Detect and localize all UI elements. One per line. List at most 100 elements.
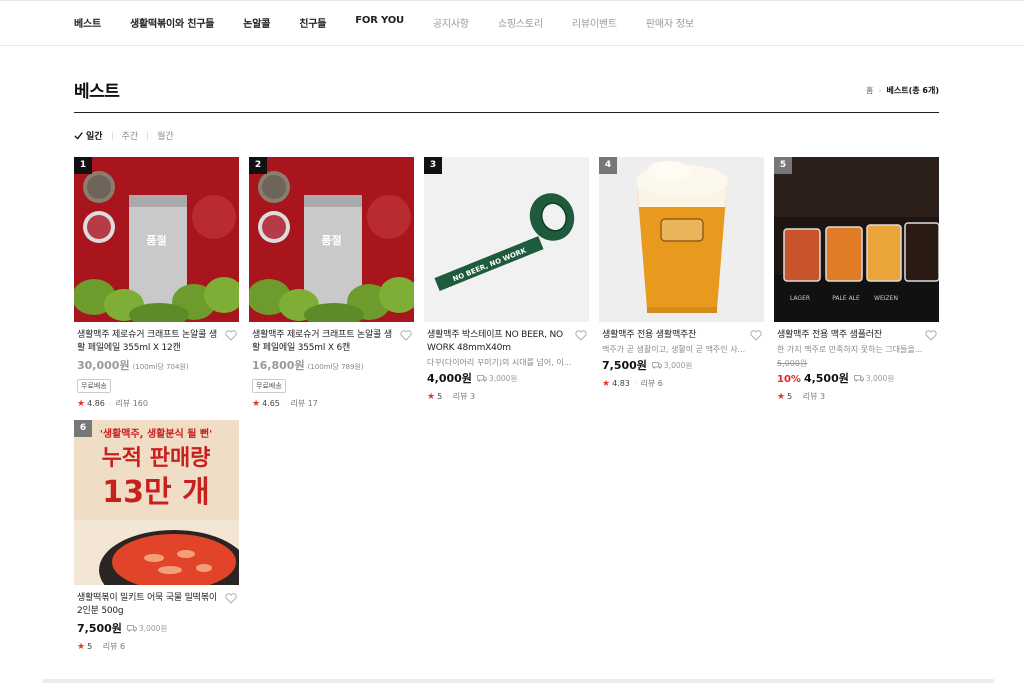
breadcrumb-home[interactable]: 홈 [866, 85, 873, 96]
rating-score: 4.86 [87, 399, 105, 408]
star-icon: ★ [252, 398, 261, 409]
nav-for-you[interactable]: FOR YOU [355, 15, 404, 30]
product-image[interactable]: NO BEER, NO WORK 3 [424, 157, 589, 322]
review-count: 리뷰 6 [640, 379, 663, 388]
review-count: 리뷰 160 [115, 399, 148, 408]
product-card[interactable]: '생활맥주, 생활분식 될 뻔' 누적 판매량 13만 개 6 생활떡볶이 밀키… [74, 420, 239, 652]
poster-line-1: '생활맥주, 생활분식 될 뻔' [100, 427, 212, 440]
rating-score: 5 [437, 392, 443, 401]
heart-icon[interactable] [225, 330, 237, 341]
truck-icon [652, 362, 662, 369]
rating: ★ 4.83 · 리뷰 6 [602, 378, 761, 389]
nav-non-alcohol[interactable]: 논알콜 [243, 15, 270, 30]
product-image[interactable]: 2 품절 [249, 157, 414, 322]
product-price: 7,500원 [77, 622, 122, 635]
rating: ★ 5 · 리뷰 3 [427, 391, 586, 402]
product-image[interactable]: '생활맥주, 생활분식 될 뻔' 누적 판매량 13만 개 6 [74, 420, 239, 585]
rating-separator: · [796, 392, 799, 401]
poster-line-2: 누적 판매량 [102, 446, 211, 471]
beer-glass-photo [599, 157, 764, 322]
product-description: 다꾸(다이어리 꾸미기)의 시대를 넘어, 이... [427, 358, 572, 367]
product-image[interactable]: 1 품절 [74, 157, 239, 322]
rating-separator: · [96, 642, 99, 651]
product-card[interactable]: 4 생활맥주 전용 생활맥주잔 맥주가 곧 생활이고, 생활이 곧 맥주인 사.… [599, 157, 764, 389]
rank-badge: 3 [424, 157, 442, 174]
heart-icon[interactable] [575, 330, 587, 341]
shipping-fee: 3,000원 [127, 623, 167, 634]
period-weekly[interactable]: 주간 [122, 129, 139, 142]
product-price: 4,000원 [427, 372, 472, 385]
product-description: 맥주가 곧 생활이고, 생활이 곧 맥주인 사... [602, 345, 746, 354]
period-daily[interactable]: 일간 [74, 129, 103, 142]
check-icon [74, 132, 83, 140]
shipping-fee: 3,000원 [477, 373, 517, 384]
nav-review-event[interactable]: 리뷰이벤트 [572, 15, 617, 30]
nav-tteokbokki[interactable]: 생활떡볶이와 친구들 [130, 15, 214, 30]
discount-rate: 10% [777, 374, 801, 385]
product-name[interactable]: 생활맥주 제로슈거 크래프트 논알콜 생활 페일에일 355ml X 6캔 [252, 329, 411, 355]
nav-best[interactable]: 베스트 [74, 15, 101, 30]
rank-badge: 1 [74, 157, 92, 174]
product-price: 16,800원 [252, 359, 305, 372]
mat-label: PALE ALE [832, 295, 860, 302]
heart-icon[interactable] [750, 330, 762, 341]
rank-badge: 2 [249, 157, 267, 174]
product-name[interactable]: 생활맥주 제로슈거 크래프트 논알콜 생활 페일에일 355ml X 12캔 [77, 329, 236, 355]
nav-friends[interactable]: 친구들 [299, 15, 326, 30]
mat-label: WEIZEN [874, 295, 898, 302]
review-count: 리뷰 6 [102, 642, 126, 651]
rank-badge: 5 [774, 157, 792, 174]
product-name[interactable]: 생활맥주 전용 생활맥주잔 [602, 329, 761, 342]
shipping-fee: 3,000원 [652, 360, 692, 371]
truck-icon [853, 375, 864, 382]
rating-separator: · [446, 392, 449, 401]
period-monthly[interactable]: 월간 [157, 129, 174, 142]
soldout-overlay: 품절 [146, 233, 167, 247]
product-card[interactable]: 1 품절 생활맥주 제로슈거 크래프트 논알콜 생활 페일에일 355ml X … [74, 157, 239, 409]
truck-icon [127, 625, 137, 632]
review-count: 리뷰 17 [290, 399, 318, 408]
rating: ★ 5 · 리뷰 3 [777, 391, 936, 402]
star-icon: ★ [77, 641, 86, 652]
star-icon: ★ [427, 391, 436, 402]
shipping-fee: 3,000원 [853, 373, 894, 384]
footer-divider [42, 679, 994, 683]
rating: ★ 5 · 리뷰 6 [77, 641, 236, 652]
soldout-overlay: 품절 [321, 233, 342, 247]
period-filter: 일간 주간 월간 [74, 129, 174, 142]
review-count: 리뷰 3 [452, 392, 476, 401]
poster-line-3: 13만 개 [102, 475, 209, 510]
rating-separator: · [633, 379, 637, 388]
heart-icon[interactable] [225, 593, 237, 604]
sampler-glasses-photo: LAGER PALE ALE WEIZEN [774, 157, 939, 322]
product-card[interactable]: 2 품절 생활맥주 제로슈거 크래프트 논알콜 생활 페일에일 355ml X … [249, 157, 414, 409]
product-image[interactable]: LAGER PALE ALE WEIZEN 5 [774, 157, 939, 322]
rank-badge: 6 [74, 420, 92, 437]
rating: ★ 4.65 · 리뷰 17 [252, 398, 411, 409]
breadcrumb-current: 베스트(총 6개) [886, 86, 939, 95]
free-shipping-badge: 무료배송 [77, 379, 111, 393]
page-title: 베스트 [74, 82, 120, 102]
free-shipping-badge: 무료배송 [252, 379, 286, 393]
product-description: 한 가지 맥주로 만족하지 못하는 그대들을... [777, 345, 923, 354]
product-name[interactable]: 생활떡볶이 밀키트 어묵 국물 밀떡볶이 2인분 500g [77, 592, 236, 618]
title-divider [74, 112, 939, 113]
heart-icon[interactable] [400, 330, 412, 341]
heart-icon[interactable] [925, 330, 937, 341]
nav-shopping-story[interactable]: 쇼핑스토리 [498, 15, 543, 30]
nav-notice[interactable]: 공지사항 [433, 15, 469, 30]
product-price: 30,000원 [77, 359, 130, 372]
review-count: 리뷰 3 [802, 392, 826, 401]
original-price: 5,000원 [777, 359, 808, 368]
product-name[interactable]: 생활맥주 전용 맥주 샘플러잔 [777, 329, 936, 342]
rating-score: 4.83 [612, 379, 630, 388]
star-icon: ★ [602, 378, 611, 389]
unit-price: (100ml당 704원) [132, 363, 189, 371]
product-card[interactable]: LAGER PALE ALE WEIZEN 5 생활맥주 전용 맥주 샘플러잔 … [774, 157, 939, 402]
product-name[interactable]: 생활맥주 박스테이프 NO BEER, NO WORK 48mmX40m [427, 329, 586, 355]
product-card[interactable]: NO BEER, NO WORK 3 생활맥주 박스테이프 NO BEER, N… [424, 157, 589, 402]
product-image[interactable]: 4 [599, 157, 764, 322]
rating-score: 5 [87, 642, 93, 651]
nav-seller-info[interactable]: 판매자 정보 [646, 15, 694, 30]
filter-divider [111, 131, 113, 140]
